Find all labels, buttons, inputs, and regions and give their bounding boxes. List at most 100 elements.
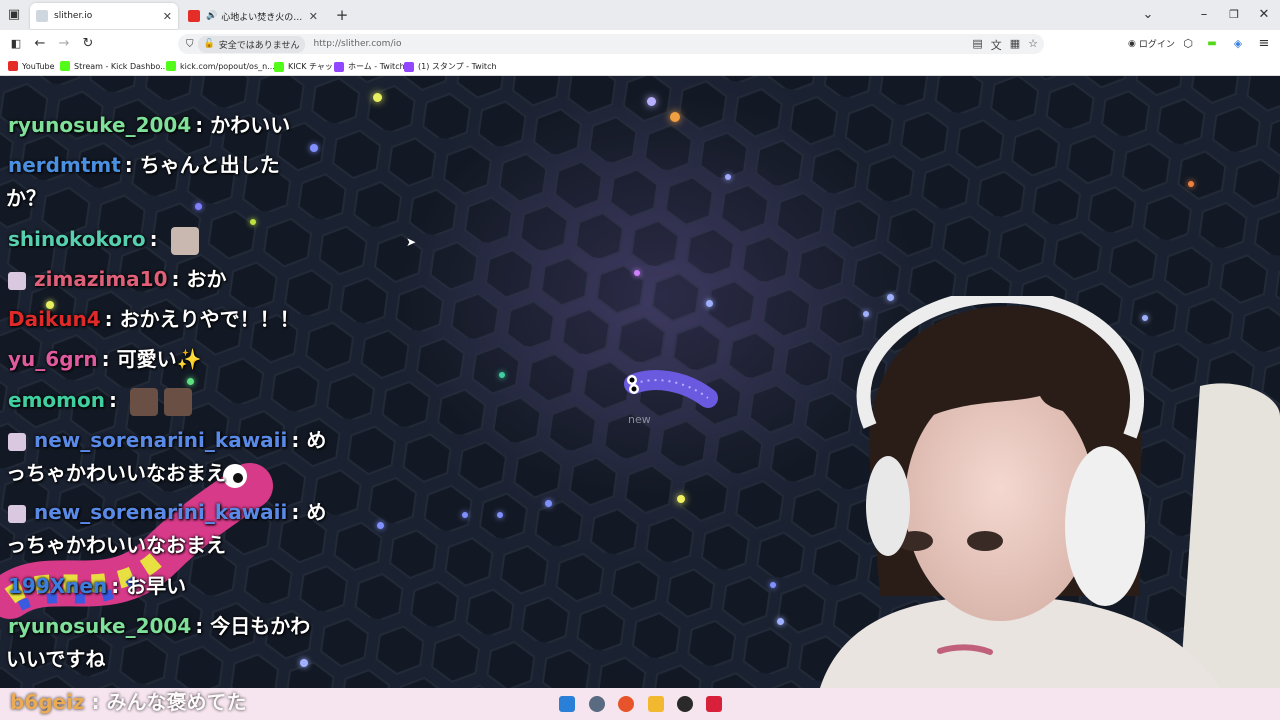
chat-text: みんな褒めてた [106, 690, 247, 714]
address-actions: ▤ 文 ▦ ☆ [972, 37, 1038, 53]
login-label: ログイン [1138, 40, 1175, 50]
tab-bar: ▣ slither.io ✕ 🔊 心地よい焚き火の音で眠る前 ✕ + ⌄ – ❐… [0, 0, 1280, 30]
chat-message: new_sorenarini_kawaii: め [8, 424, 326, 456]
obs-icon[interactable] [677, 696, 693, 712]
security-label: 安全ではありません [218, 40, 300, 51]
shield-icon[interactable]: ⛉ [186, 39, 194, 50]
chat-message: nerdmtmt: ちゃんと出した [8, 149, 280, 181]
chat-text: いいですね [6, 647, 106, 671]
url-text[interactable]: http://slither.com/io [313, 39, 401, 49]
user-badge-icon [8, 504, 26, 523]
sidebar-icon[interactable]: ◧ [8, 36, 24, 52]
chat-text: 今日もかわ [210, 614, 311, 638]
account-icon: ◉ [1128, 38, 1136, 49]
windows-start-icon[interactable] [559, 696, 575, 712]
close-icon[interactable]: ✕ [309, 10, 318, 23]
chat-message: Daikun4: おかえりやで！！！ [8, 303, 300, 335]
chat-message-continued: っちゃかわいいなおまえ [6, 529, 226, 561]
chat-message: shinokokoro: [8, 223, 199, 255]
forward-button[interactable]: → [56, 36, 72, 52]
chat-message-partial: b6geiz : みんな褒めてた [10, 686, 247, 715]
chat-text: お早い [126, 574, 187, 598]
chat-message: new_sorenarini_kawaii: め [8, 496, 326, 528]
reload-button[interactable]: ↻ [80, 36, 96, 52]
chat-message: ryunosuke_2004: かわいい [8, 109, 290, 141]
bookmark-twitch-home[interactable]: ホーム - Twitch [334, 61, 405, 72]
chat-separator: : [104, 307, 113, 331]
game-canvas[interactable]: new ➤ ryunosuke_2004: かわいい nerdmtmt: ち… [0, 76, 1280, 688]
reader-view-icon[interactable]: ▤ [972, 37, 982, 53]
tab-title: 心地よい焚き火の音で眠る前 [221, 12, 305, 23]
food-pellet [377, 522, 384, 529]
user-badge-icon [8, 432, 26, 451]
close-icon[interactable]: ✕ [163, 10, 172, 23]
food-pellet [670, 112, 680, 122]
chat-username: new_sorenarini_kawaii [34, 500, 288, 524]
menu-icon[interactable]: ≡ [1256, 36, 1272, 52]
youtube-icon [188, 10, 200, 22]
bookmark-twitch-stamps[interactable]: (1) スタンプ - Twitch [404, 61, 497, 72]
bookmark-star-icon[interactable]: ☆ [1028, 37, 1038, 53]
app-icon[interactable] [706, 696, 722, 712]
bookmark-kick-chat[interactable]: KICK チャット [274, 61, 341, 72]
user-badge-icon [8, 271, 26, 290]
food-pellet [770, 582, 776, 588]
screen: ▣ slither.io ✕ 🔊 心地よい焚き火の音で眠る前 ✕ + ⌄ – ❐… [0, 0, 1280, 720]
new-tab-button[interactable]: + [334, 7, 350, 23]
tab-youtube[interactable]: 🔊 心地よい焚き火の音で眠る前 ✕ [182, 3, 324, 29]
file-explorer-icon[interactable] [648, 696, 664, 712]
tab-list-icon[interactable]: ▣ [6, 7, 22, 23]
chat-username: emomon [8, 388, 105, 412]
food-pellet [373, 93, 382, 102]
bookmark-label: ホーム - Twitch [348, 62, 405, 71]
restore-button[interactable]: ❐ [1226, 7, 1242, 23]
chat-username: nerdmtmt [8, 153, 121, 177]
minimize-button[interactable]: – [1196, 7, 1212, 23]
bookmark-youtube[interactable]: YouTube [8, 61, 55, 71]
security-indicator[interactable]: 🔓 安全ではありません [197, 35, 306, 53]
twitch-icon [334, 61, 344, 72]
back-button[interactable]: ← [32, 36, 48, 52]
chat-text: め [306, 500, 327, 524]
chat-separator: : [195, 614, 204, 638]
extension-icon[interactable]: ▦ [1010, 37, 1020, 53]
login-button[interactable]: ◉ ログイン [1128, 37, 1175, 51]
translate-extension-icon[interactable]: ◈ [1230, 36, 1246, 52]
chat-username: Daikun4 [8, 307, 101, 331]
navigation-bar: ◧ ← → ↻ ⛉ 🔓 安全ではありません http://slither.com… [0, 30, 1280, 58]
bookmark-label: kick.com/popout/os_n... [180, 61, 275, 71]
tab-slither[interactable]: slither.io ✕ [30, 3, 178, 29]
settings-icon[interactable] [589, 696, 605, 712]
youtube-icon [8, 61, 18, 71]
chat-message-continued: っちゃかわいいなおまえ [6, 457, 226, 489]
face-emote-icon [163, 387, 192, 416]
translate-icon[interactable]: 文 [991, 37, 1002, 53]
kick-icon [166, 61, 176, 71]
bookmark-kick-dashboard[interactable]: Stream - Kick Dashbo... [60, 61, 168, 71]
close-window-button[interactable]: ✕ [1256, 7, 1272, 23]
bookmark-label: Stream - Kick Dashbo... [74, 61, 168, 71]
food-pellet [677, 495, 685, 503]
food-pellet [647, 97, 656, 106]
player-snake [624, 370, 718, 408]
chat-message: zimazima10: おか [8, 263, 226, 295]
bookmark-kick-popout[interactable]: kick.com/popout/os_n... [166, 61, 275, 71]
firefox-icon[interactable] [618, 696, 634, 712]
kick-icon [274, 61, 284, 72]
chat-message-continued: か？ [6, 182, 46, 214]
chat-separator: : [108, 388, 117, 412]
twitch-icon [404, 61, 414, 72]
face-emote-icon [129, 387, 158, 416]
page-icon [36, 10, 48, 22]
chat-message: yu_6grn: 可愛い✨ [8, 343, 201, 375]
audio-icon[interactable]: 🔊 [206, 11, 217, 21]
kick-extension-icon[interactable]: ▬ [1204, 36, 1220, 52]
chat-separator: : [291, 500, 300, 524]
food-pellet [310, 144, 318, 152]
address-bar[interactable]: ⛉ 🔓 安全ではありません http://slither.com/io ▤ 文 … [178, 34, 1044, 54]
chat-text: め [306, 428, 327, 452]
chevron-down-icon[interactable]: ⌄ [1140, 7, 1156, 23]
extensions-icon[interactable]: ⬡ [1180, 36, 1196, 52]
lock-icon: 🔓 [203, 39, 215, 49]
food-pellet [195, 203, 202, 210]
